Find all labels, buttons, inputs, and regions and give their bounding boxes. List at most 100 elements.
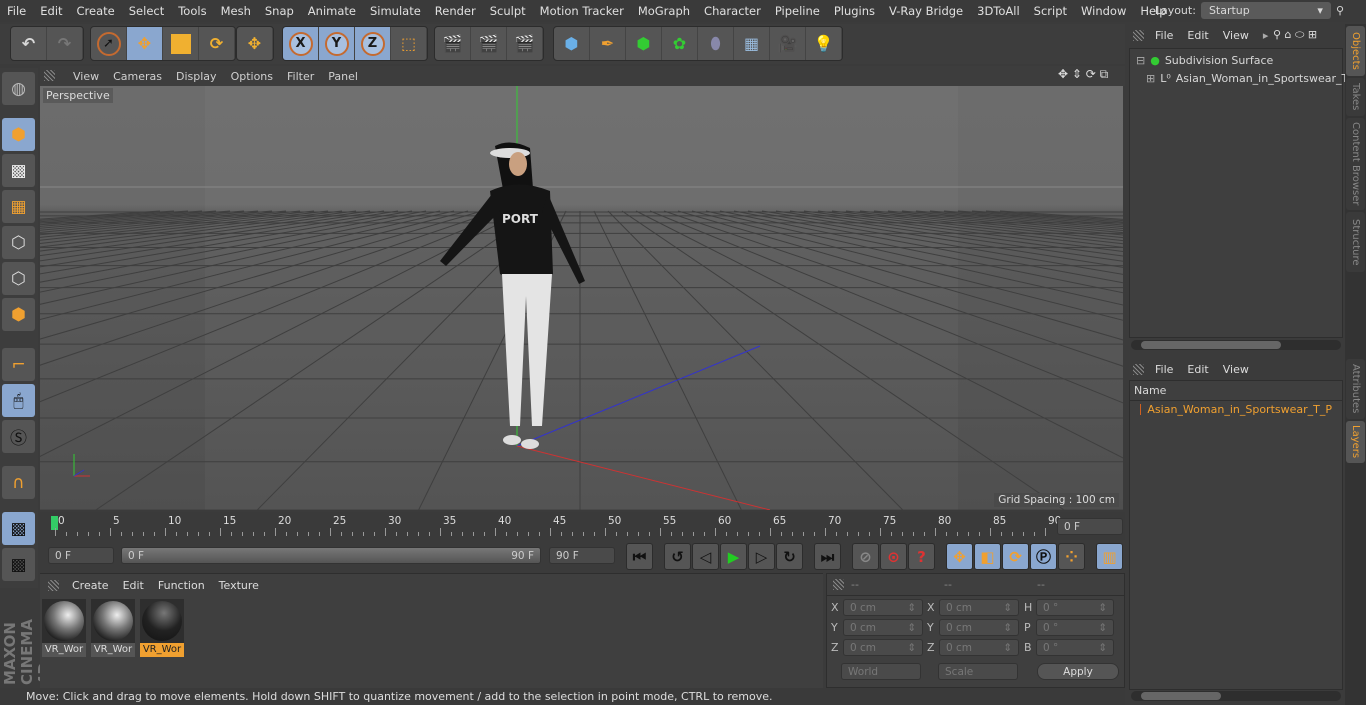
previous-key-icon[interactable]: ↺ <box>664 543 691 570</box>
mat-menu-texture[interactable]: Texture <box>212 579 266 592</box>
z-axis-button[interactable]: Z <box>355 27 391 60</box>
menu-v-ray-bridge[interactable]: V-Ray Bridge <box>882 4 970 18</box>
tab-layers[interactable]: Layers <box>1346 421 1365 463</box>
magnet-icon[interactable]: ∩ <box>2 466 35 499</box>
key-rotation-icon[interactable]: ⟳ <box>1002 543 1029 570</box>
viewport-menu-display[interactable]: Display <box>169 70 224 83</box>
edges-mode-icon[interactable]: ⬡ <box>2 262 35 295</box>
workplane-sync-icon[interactable]: ▩ <box>2 548 35 581</box>
go-to-end-icon[interactable]: ⏭ <box>814 543 841 570</box>
layer-color-swatch[interactable] <box>1140 404 1142 415</box>
record-keys-icon[interactable]: ⊘ <box>852 543 879 570</box>
cube-icon[interactable]: ⬢ <box>554 27 590 60</box>
tab-content-browser[interactable]: Content Browser <box>1346 118 1365 210</box>
autokey-icon[interactable]: ⊙ <box>880 543 907 570</box>
menu-mesh[interactable]: Mesh <box>214 4 258 18</box>
timeline-ruler[interactable]: 0 5 10 15 20 25 30 35 40 45 50 55 60 65 70 75 80 85 90 0 F <box>40 512 1125 540</box>
menu-sculpt[interactable]: Sculpt <box>483 4 533 18</box>
undo-icon[interactable]: ↶ <box>11 27 47 60</box>
play-icon[interactable]: ▶ <box>720 543 747 570</box>
frame-range-slider[interactable]: 0 F 90 F <box>121 547 541 564</box>
redo-icon[interactable]: ↷ <box>47 27 83 60</box>
rotate-tool-icon[interactable]: ⟳ <box>199 27 235 60</box>
menu-animate[interactable]: Animate <box>301 4 363 18</box>
coord-input[interactable]: 0 cm ⇕ <box>939 619 1019 636</box>
lay-menu-edit[interactable]: Edit <box>1180 363 1215 376</box>
lay-menu-file[interactable]: File <box>1148 363 1180 376</box>
objects-scrollbar[interactable] <box>1131 340 1341 350</box>
menu-window[interactable]: Window <box>1074 4 1133 18</box>
timeline-window-icon[interactable]: ▥ <box>1096 543 1123 570</box>
object-row-subdivision[interactable]: ⊟ ● Subdivision Surface <box>1130 49 1342 72</box>
previous-frame-icon[interactable]: ◁ <box>692 543 719 570</box>
layout-dropdown[interactable]: Startup ▾ <box>1200 2 1331 19</box>
stepper-icon[interactable]: ⇕ <box>1003 602 1012 614</box>
lay-menu-view[interactable]: View <box>1216 363 1256 376</box>
menu-plugins[interactable]: Plugins <box>827 4 882 18</box>
layer-row[interactable]: Asian_Woman_in_Sportswear_T_P <box>1130 401 1342 418</box>
viewport-menu-options[interactable]: Options <box>224 70 280 83</box>
menu-render[interactable]: Render <box>428 4 483 18</box>
coordinate-mode-dropdown[interactable]: Scale <box>938 663 1018 680</box>
tab-takes[interactable]: Takes <box>1346 78 1365 116</box>
material-thumbnail[interactable]: VR_Wor <box>91 599 135 657</box>
texture-mode-icon[interactable]: ▩ <box>2 154 35 187</box>
menu-select[interactable]: Select <box>122 4 171 18</box>
object-manager-icons[interactable]: ⚲ ⌂ ⬭ ⊞ <box>1273 28 1317 42</box>
model-mode-icon[interactable]: ⬢ <box>2 118 35 151</box>
menu-file[interactable]: File <box>0 4 33 18</box>
coord-input[interactable]: 0 cm ⇕ <box>843 599 923 616</box>
move-tool-icon[interactable]: ✥ <box>127 27 163 60</box>
coord-input[interactable]: 0 ° ⇕ <box>1036 599 1114 616</box>
select-tool-icon[interactable]: ➚ <box>91 27 127 60</box>
globe-icon[interactable]: ◍ <box>2 72 35 105</box>
key-position-icon[interactable]: ✥ <box>946 543 973 570</box>
menu-create[interactable]: Create <box>70 4 122 18</box>
stepper-icon[interactable]: ⇕ <box>1098 622 1107 634</box>
menu-tools[interactable]: Tools <box>171 4 213 18</box>
tab-structure[interactable]: Structure <box>1346 212 1365 272</box>
menu-3dtoall[interactable]: 3DToAll <box>970 4 1027 18</box>
deformer-icon[interactable]: ⬮ <box>698 27 734 60</box>
obj-menu-view[interactable]: View <box>1216 29 1256 42</box>
snap-icon[interactable]: Ⓢ <box>2 420 35 453</box>
material-thumbnail[interactable]: VR_Wor <box>42 599 86 657</box>
layers-scrollbar[interactable] <box>1131 691 1341 701</box>
stepper-icon[interactable]: ⇕ <box>1098 642 1107 654</box>
stepper-icon[interactable]: ⇕ <box>1003 642 1012 654</box>
render-view-icon[interactable]: 🎬 <box>435 27 471 60</box>
obj-menu-edit[interactable]: Edit <box>1180 29 1215 42</box>
coord-input[interactable]: 0 ° ⇕ <box>1036 619 1114 636</box>
light-icon[interactable]: 💡 <box>806 27 842 60</box>
key-parameter-icon[interactable]: Ⓟ <box>1030 543 1057 570</box>
menu-simulate[interactable]: Simulate <box>363 4 428 18</box>
array-icon[interactable]: ✿ <box>662 27 698 60</box>
viewport-menu-filter[interactable]: Filter <box>280 70 321 83</box>
object-row-woman[interactable]: ⊞ L⁰ Asian_Woman_in_Sportswear_T_ <box>1130 72 1354 85</box>
key-scale-icon[interactable]: ◧ <box>974 543 1001 570</box>
coord-input[interactable]: 0 cm ⇕ <box>939 599 1019 616</box>
x-axis-button[interactable]: X <box>283 27 319 60</box>
polygons-mode-icon[interactable]: ⬢ <box>2 298 35 331</box>
key-pla-icon[interactable]: ⁘ <box>1058 543 1085 570</box>
3d-viewport[interactable]: PORT Perspective Grid Spacing : 100 cm <box>40 86 1123 510</box>
mat-menu-function[interactable]: Function <box>151 579 212 592</box>
go-to-start-icon[interactable]: ⏮ <box>626 543 653 570</box>
render-picture-viewer-icon[interactable]: 🎬 <box>471 27 507 60</box>
transform-tool-icon[interactable]: ✥ <box>237 27 273 60</box>
workplane-icon[interactable]: ▦ <box>2 190 35 223</box>
menu-edit[interactable]: Edit <box>33 4 69 18</box>
stepper-icon[interactable]: ⇕ <box>1098 602 1107 614</box>
coordinate-system-icon[interactable]: ⬚ <box>391 27 427 60</box>
menu-pipeline[interactable]: Pipeline <box>768 4 827 18</box>
viewport-nav-icons[interactable]: ✥ ⇕ ⟳ ⧉ <box>1058 67 1108 82</box>
scale-tool-icon[interactable] <box>163 27 199 60</box>
stepper-icon[interactable]: ⇕ <box>907 602 916 614</box>
viewport-menu-panel[interactable]: Panel <box>321 70 365 83</box>
subdivision-icon[interactable]: ⬢ <box>626 27 662 60</box>
floor-icon[interactable]: ▦ <box>734 27 770 60</box>
tweak-mode-icon[interactable]: 🖱 <box>2 384 35 417</box>
tab-attributes[interactable]: Attributes <box>1346 359 1365 419</box>
obj-menu-file[interactable]: File <box>1148 29 1180 42</box>
mat-menu-edit[interactable]: Edit <box>116 579 151 592</box>
